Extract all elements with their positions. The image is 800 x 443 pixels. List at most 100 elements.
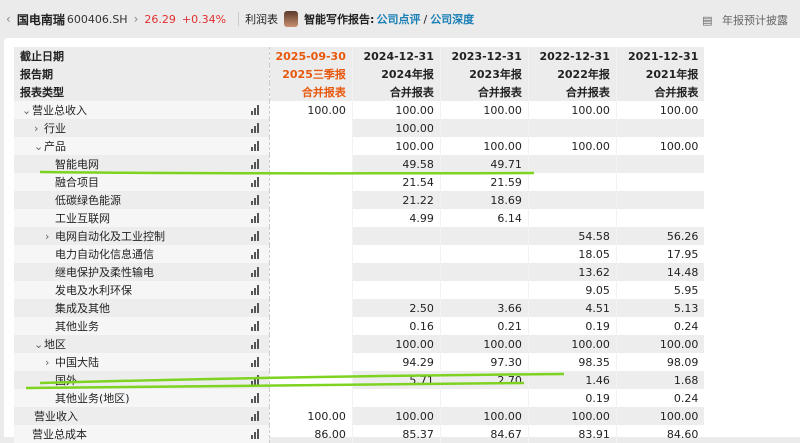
value-cell: 4.99 [351,209,441,227]
income-statement-table: 截止日期 2025-09-30 2024-12-31 2023-12-31 2022-1… [14,47,705,443]
value-cell: 97.30 [439,353,529,371]
chevron-down-icon[interactable]: ⌄ [34,140,44,153]
value-cell: 100.00 [527,335,617,353]
bar-chart-icon[interactable] [250,123,261,133]
value-cell: 17.95 [615,245,705,263]
value-cell [615,119,705,137]
header-cell: 2024年报 [351,65,441,83]
bar-chart-icon[interactable] [250,177,261,187]
bar-chart-icon[interactable] [250,249,261,259]
value-cell [268,353,353,371]
row-label: 产品 [44,140,66,153]
table-row: › 中国大陆 94.29 97.30 98.35 98.09 [14,353,705,371]
bar-chart-icon[interactable] [250,285,261,295]
bar-chart-icon[interactable] [250,429,261,439]
value-cell: 98.35 [527,353,617,371]
row-label: 国外 [55,374,77,387]
bar-chart-icon[interactable] [250,267,261,277]
value-cell [439,119,529,137]
table-row: ⌄营业总收入 100.00 100.00 100.00 100.00 100.00 [14,101,705,119]
company-review-link[interactable]: 公司点评 [376,11,420,27]
bar-chart-icon[interactable] [250,105,261,115]
table-row: › 电网自动化及工业控制 54.58 56.26 [14,227,705,245]
row-label-cell: 电力自动化信息通信 [14,245,269,263]
row-label-cell[interactable]: › 行业 [14,119,269,137]
statement-label: 利润表 [245,13,279,26]
bar-chart-icon[interactable] [250,159,261,169]
bar-chart-icon[interactable] [250,303,261,313]
ai-avatar-icon [284,11,299,27]
bar-chart-icon[interactable] [250,321,261,331]
chevron-right-icon[interactable]: › [45,230,55,243]
table-row: 电力自动化信息通信 18.05 17.95 [14,245,705,263]
row-label-cell: 营业收入 [14,407,269,425]
row-label-cell[interactable]: ⌄产品 [14,137,269,155]
prev-stock-button[interactable]: ‹ [6,12,11,26]
value-cell: 54.58 [527,227,617,245]
value-cell: 0.24 [615,389,705,407]
row-label: 电力自动化信息通信 [55,248,154,261]
bar-chart-icon[interactable] [250,339,261,349]
chevron-right-icon[interactable]: › [34,122,44,135]
value-cell: 100.00 [615,407,705,425]
bar-chart-icon[interactable] [250,213,261,223]
value-cell: 86.00 [268,425,353,443]
bar-chart-icon[interactable] [250,357,261,367]
row-label: 融合项目 [55,176,99,189]
value-cell: 100.00 [351,335,441,353]
header-cell: 合并报表 [439,83,529,101]
row-label-cell: 工业互联网 [14,209,269,227]
value-cell [268,389,353,407]
row-label-cell[interactable]: › 中国大陆 [14,353,269,371]
value-cell: 84.67 [439,425,529,443]
chevron-right-icon[interactable]: › [45,356,55,369]
bar-chart-icon[interactable] [250,141,261,151]
header-row: 截止日期 2025-09-30 2024-12-31 2023-12-31 2022-1… [14,47,705,65]
value-cell: 0.16 [351,317,441,335]
value-cell: 100.00 [268,407,353,425]
value-cell [439,227,529,245]
value-cell [351,263,441,281]
row-label: 集成及其他 [55,302,110,315]
value-cell [268,155,353,173]
value-cell: 0.21 [439,317,529,335]
table-row: 其他业务 0.16 0.21 0.19 0.24 [14,317,705,335]
header-cell: 2023-12-31 [439,47,529,65]
header-cell: 2023年报 [439,65,529,83]
value-cell: 84.60 [615,425,705,443]
annual-report-forecast-button[interactable]: ▤ 年报预计披露 [702,12,794,28]
company-depth-link[interactable]: 公司深度 [430,11,474,27]
chevron-down-icon[interactable]: ⌄ [22,104,32,117]
bar-chart-icon[interactable] [250,195,261,205]
bar-chart-icon[interactable] [250,393,261,403]
row-label: 营业总成本 [32,428,87,441]
value-cell: 100.00 [351,407,441,425]
bar-chart-icon[interactable] [250,375,261,385]
value-cell [527,173,617,191]
row-label-cell: 发电及水利环保 [14,281,269,299]
value-cell: 100.00 [527,407,617,425]
value-cell: 85.37 [351,425,441,443]
row-label: 智能电网 [55,158,99,171]
bar-chart-icon[interactable] [250,231,261,241]
row-label-cell: 低碳绿色能源 [14,191,269,209]
value-cell [268,281,353,299]
table-row: › 行业 100.00 [14,119,705,137]
header-label: 报表类型 [14,83,269,101]
next-stock-button[interactable]: › [134,12,139,26]
bar-chart-icon[interactable] [250,411,261,421]
row-label-cell[interactable]: › 电网自动化及工业控制 [14,227,269,245]
stock-price: 26.29 [144,12,176,26]
value-cell [527,191,617,209]
row-label-cell[interactable]: ⌄营业总收入 [14,101,269,119]
row-label: 地区 [44,338,66,351]
chevron-down-icon[interactable]: ⌄ [34,338,44,351]
value-cell: 18.69 [439,191,529,209]
value-cell: 1.68 [615,371,705,389]
stock-header: ‹ 国电南瑞 600406.SH › 26.29 +0.34% 利润表 智能写作… [0,0,800,38]
ai-report-label: 智能写作报告: [304,13,375,26]
value-cell: 5.95 [615,281,705,299]
link-separator: / [423,12,428,26]
value-cell: 100.00 [439,407,529,425]
row-label-cell[interactable]: ⌄地区 [14,335,269,353]
